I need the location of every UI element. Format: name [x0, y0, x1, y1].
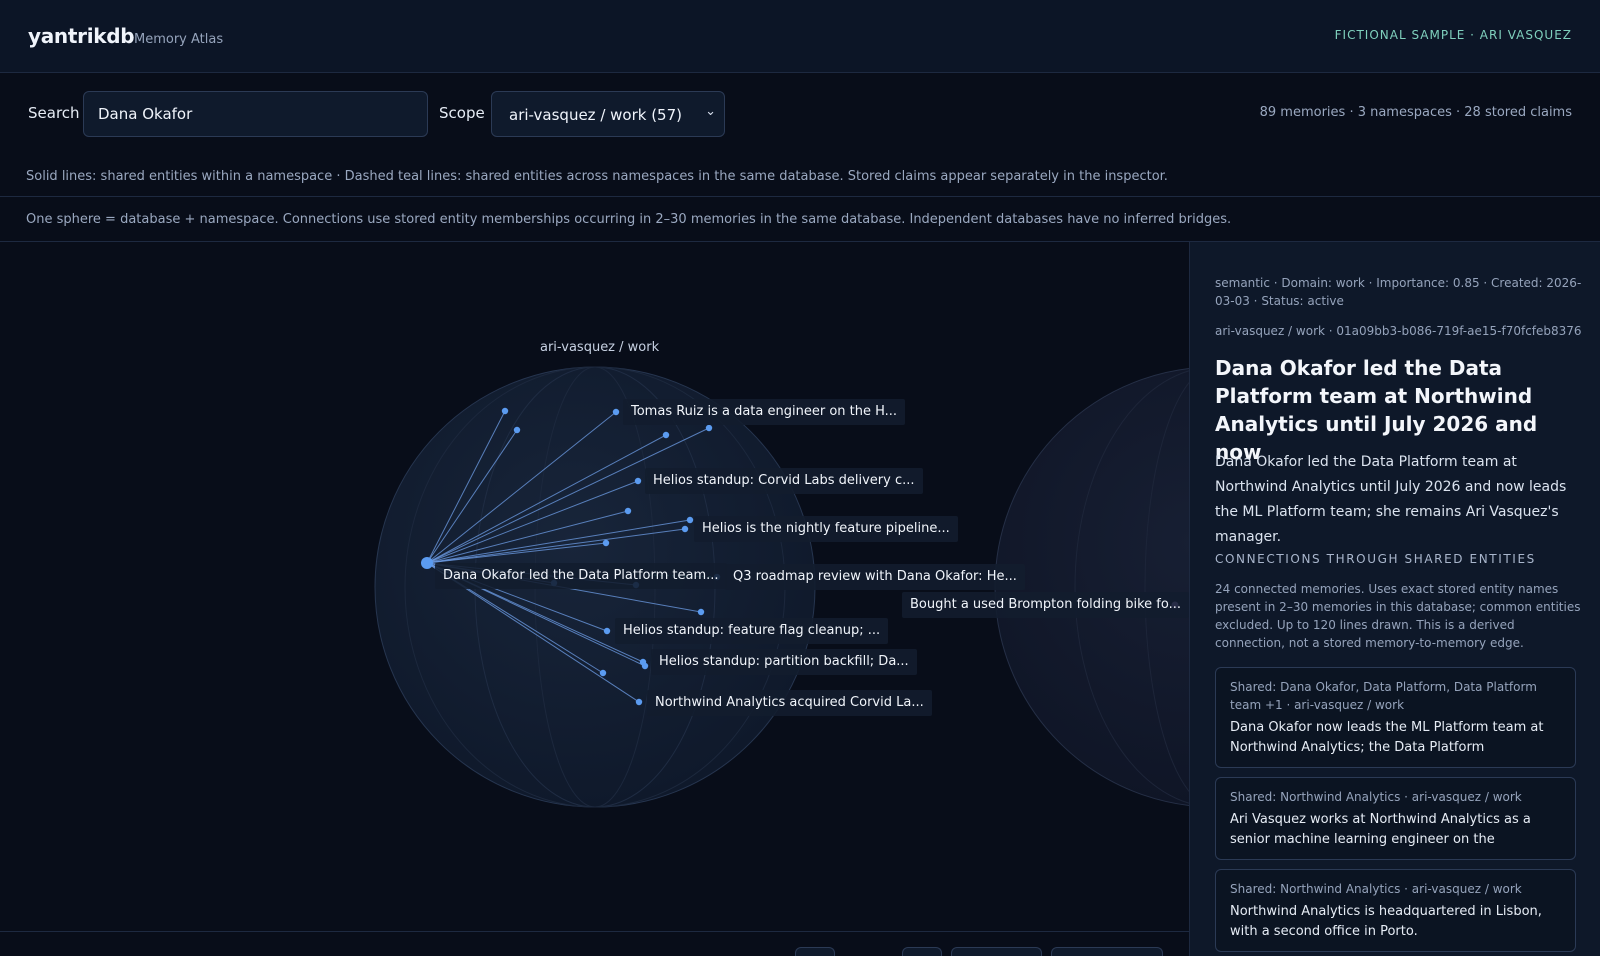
memory-node[interactable] [641, 662, 649, 670]
toolbar-button[interactable] [795, 947, 835, 956]
connections-description: 24 connected memories. Uses exact stored… [1215, 582, 1581, 650]
graph-canvas[interactable]: ari-vasquez / work Dana Okafor led the D… [0, 242, 1189, 956]
memory-node[interactable] [612, 408, 620, 416]
toolbar-button[interactable] [902, 947, 942, 956]
scope-label: Scope [439, 104, 485, 122]
memory-node[interactable] [603, 627, 611, 635]
card-shared-entities: Shared: Dana Okafor, Data Platform, Data… [1230, 680, 1537, 712]
node-label[interactable]: Helios standup: Corvid Labs delivery c..… [645, 468, 923, 494]
connections-heading: CONNECTIONS THROUGH SHARED ENTITIES [1215, 552, 1536, 566]
connection-card[interactable]: Shared: Northwind Analytics · ari-vasque… [1215, 869, 1576, 952]
selected-memory-node[interactable] [421, 557, 433, 569]
top-bar: yantrikdb Memory Atlas FICTIONAL SAMPLE … [0, 0, 1600, 73]
sphere-title-work: ari-vasquez / work [540, 340, 660, 355]
memory-node[interactable] [697, 608, 705, 616]
card-memory-text: Northwind Analytics is headquartered in … [1230, 904, 1542, 939]
card-memory-text: Dana Okafor now leads the ML Platform te… [1230, 720, 1544, 755]
memory-id: ari-vasquez / work · 01a09bb3-b086-719f-… [1215, 324, 1582, 338]
memory-node[interactable] [634, 477, 642, 485]
memory-meta: semantic · Domain: work · Importance: 0.… [1215, 276, 1582, 308]
memory-node[interactable] [705, 424, 713, 432]
memory-node[interactable] [624, 507, 632, 515]
sphere-explanation: One sphere = database + namespace. Conne… [0, 197, 1600, 242]
scope-select[interactable]: ari-vasquez / work (57) ⌄ [491, 91, 725, 137]
node-label[interactable]: Helios is the nightly feature pipeline..… [694, 516, 958, 542]
scope-value: ari-vasquez / work (57) [509, 106, 682, 124]
toolbar-button[interactable] [951, 947, 1042, 956]
memory-node[interactable] [501, 407, 509, 415]
node-label[interactable]: Helios standup: partition backfill; Da..… [651, 649, 917, 675]
inspector-panel: semantic · Domain: work · Importance: 0.… [1189, 242, 1600, 956]
card-shared-entities: Shared: Northwind Analytics · ari-vasque… [1230, 882, 1522, 896]
card-memory-text: Ari Vasquez works at Northwind Analytics… [1230, 812, 1531, 847]
memory-body: Dana Okafor led the Data Platform team a… [1215, 454, 1567, 545]
line-legend: Solid lines: shared entities within a na… [0, 155, 1600, 197]
card-shared-entities: Shared: Northwind Analytics · ari-vasque… [1230, 790, 1522, 804]
node-label[interactable]: Q3 roadmap review with Dana Okafor: He..… [725, 564, 1025, 590]
memory-node[interactable] [681, 525, 689, 533]
memory-node[interactable] [513, 426, 521, 434]
node-label[interactable]: Helios standup: feature flag cleanup; ..… [615, 618, 889, 644]
node-label[interactable]: Tomas Ruiz is a data engineer on the H..… [623, 399, 906, 425]
node-label[interactable]: Northwind Analytics acquired Corvid La..… [647, 690, 932, 716]
node-label-other[interactable]: Bought a used Brompton folding bike fo..… [902, 592, 1189, 618]
search-label: Search [28, 104, 80, 122]
toolbar-button[interactable] [1051, 947, 1163, 956]
memory-node[interactable] [599, 669, 607, 677]
memory-stats: 89 memories · 3 namespaces · 28 stored c… [1259, 105, 1572, 120]
memory-node[interactable] [686, 516, 694, 524]
app-brand[interactable]: yantrikdb [28, 24, 135, 48]
app-subtitle: Memory Atlas [134, 32, 224, 47]
memory-node[interactable] [635, 698, 643, 706]
sample-tag: FICTIONAL SAMPLE · ARI VASQUEZ [1334, 28, 1572, 42]
connection-card[interactable]: Shared: Dana Okafor, Data Platform, Data… [1215, 667, 1576, 768]
search-input[interactable] [83, 91, 428, 137]
node-label-selected[interactable]: Dana Okafor led the Data Platform team..… [435, 563, 727, 589]
chevron-down-icon: ⌄ [705, 104, 716, 119]
connection-card[interactable]: Shared: Northwind Analytics · ari-vasque… [1215, 777, 1576, 860]
memory-node[interactable] [602, 539, 610, 547]
controls-bar: Search Scope ari-vasquez / work (57) ⌄ 8… [0, 73, 1600, 155]
memory-node[interactable] [662, 431, 670, 439]
